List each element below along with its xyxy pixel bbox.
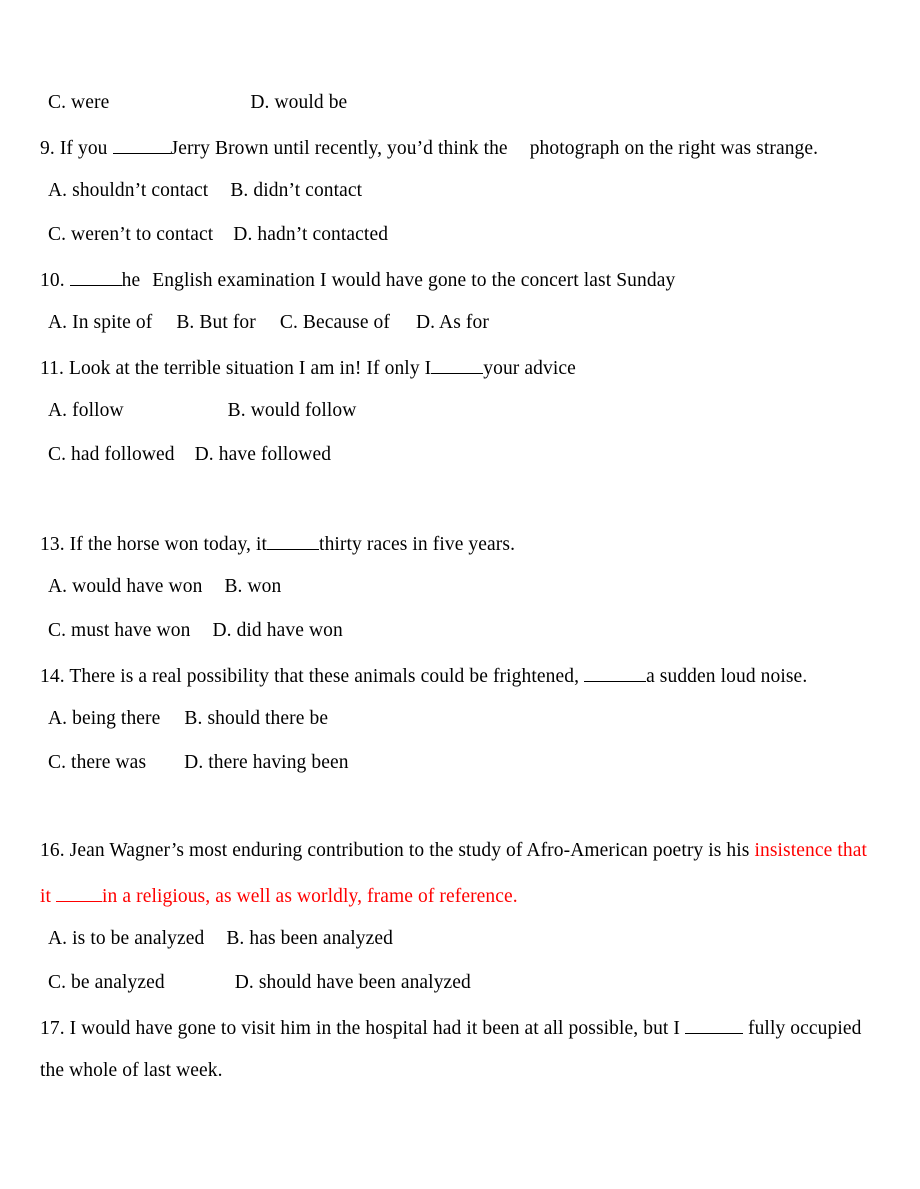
q10-option-c: C. Because of [279,312,390,333]
q13-stem-before-blank: If the horse won today, it [69,533,268,555]
question-16-options-cd-line: C. be analyzed D. should have been analyz… [48,972,471,994]
question-14-options-cd-line: C. there was D. there having been [48,752,349,774]
q11-answer-blank [431,356,484,374]
q10-stem-tail: English examination I would have gone to… [152,269,676,291]
question-13-options-cd-line: C. must have won D. did have won [48,620,343,642]
question-14-options-ab-line: A. being there B. should there be [48,708,328,730]
question-13-options-ab-line: A. would have won B. won [48,576,281,598]
question-8-options-cd-line: C. were D. would be [48,92,347,114]
q11-stem-after-blank: your advice [483,357,576,379]
q14-option-d: D. there having been [184,752,349,773]
q14-answer-blank [584,664,647,682]
q16-stem-black: Jean Wagner’s most enduring contribution… [69,840,750,861]
q13-option-d: D. did have won [212,620,343,641]
q14-number: 14. [40,665,65,687]
q10-stem-after-blank: he [121,269,141,291]
question-16-options-ab-line: A. is to be analyzed B. has been analyzed [48,928,393,950]
q14-option-c: C. there was [48,752,147,773]
q9-option-d: D. hadn’t contacted [233,224,389,245]
q17-number: 17. [40,1017,65,1039]
question-11-options-ab-line: A. follow B. would follow [48,400,356,422]
q10-answer-blank [69,268,122,286]
q13-stem-after-blank: thirty races in five years. [319,533,516,555]
q13-option-c: C. must have won [48,620,191,641]
q17-stem-after-blank: fully occupied [747,1017,862,1039]
q8-option-d: D. would be [250,92,348,113]
q17-stem-line-2-text: the whole of last week. [40,1060,223,1081]
q16-option-a: A. is to be analyzed [48,928,205,949]
question-9-options-ab-line: A. shouldn’t contact B. didn’t contact [48,180,362,202]
q9-stem-after-blank: Jerry Brown until recently, you’d think … [170,137,508,159]
q17-stem-before-blank: I would have gone to visit him in the ho… [69,1017,681,1039]
q14-option-b: B. should there be [184,708,329,729]
question-9-stem-line: 9. If you Jerry Brown until recently, yo… [40,136,818,160]
q16-stem-red-before-blank: it [40,885,52,907]
q10-option-b: B. But for [176,312,256,333]
q10-option-d: D. As for [416,312,489,333]
q16-answer-blank [56,884,103,902]
question-17-stem-line-1: 17. I would have gone to visit him in th… [40,1016,861,1040]
question-16-stem-line-1: 16. Jean Wagner’s most enduring contribu… [40,840,867,862]
q17-answer-blank [685,1016,743,1034]
q9-stem-tail: photograph on the right was strange. [529,137,819,159]
q13-option-a: A. would have won [48,576,203,597]
q11-option-b: B. would follow [227,400,357,421]
q11-stem-before-blank: Look at the terrible situation I am in! … [68,357,432,379]
q10-option-a: A. In spite of [48,312,153,333]
worksheet-page: C. were D. would be 9. If you Jerry Brown… [0,0,920,1189]
question-16-stem-line-2: it in a religious, as well as worldly, f… [40,884,518,908]
question-10-options-line: A. In spite of B. But for C. Because of D. … [48,312,489,334]
q9-option-c: C. weren’t to contact [48,224,214,245]
q10-number: 10. [40,269,65,291]
q9-option-a: A. shouldn’t contact [48,180,209,201]
q16-option-b: B. has been analyzed [226,928,393,949]
q16-stem-red-part-1: insistence that [754,840,867,861]
q9-number: 9. [40,137,55,159]
question-17-stem-line-2: the whole of last week. [40,1060,223,1082]
q9-stem-before-blank: If you [59,137,108,159]
q11-option-c: C. had followed [48,444,175,465]
q13-number: 13. [40,533,65,555]
q14-stem-after-blank: a sudden loud noise. [646,665,808,687]
question-11-stem-line: 11. Look at the terrible situation I am … [40,356,576,380]
q11-option-d: D. have followed [194,444,332,465]
question-13-stem-line: 13. If the horse won today, it thirty rac… [40,532,515,556]
q16-number: 16. [40,840,65,861]
question-11-options-cd-line: C. had followed D. have followed [48,444,331,466]
q8-option-c: C. were [48,92,110,113]
q11-number: 11. [40,357,64,379]
q16-option-d: D. should have been analyzed [234,972,471,993]
question-9-options-cd-line: C. weren’t to contact D. hadn’t contacted [48,224,388,246]
q14-stem-before-blank: There is a real possibility that these a… [69,665,580,687]
question-14-stem-line: 14. There is a real possibility that the… [40,664,807,688]
q9-option-b: B. didn’t contact [230,180,363,201]
q11-option-a: A. follow [48,400,124,421]
q14-option-a: A. being there [48,708,161,729]
q16-stem-red-after-blank: in a religious, as well as worldly, fram… [102,885,518,907]
q9-answer-blank [112,136,171,154]
q16-option-c: C. be analyzed [48,972,165,993]
q13-option-b: B. won [224,576,282,597]
q13-answer-blank [267,532,320,550]
question-10-stem-line: 10. he English examination I would have g… [40,268,675,292]
